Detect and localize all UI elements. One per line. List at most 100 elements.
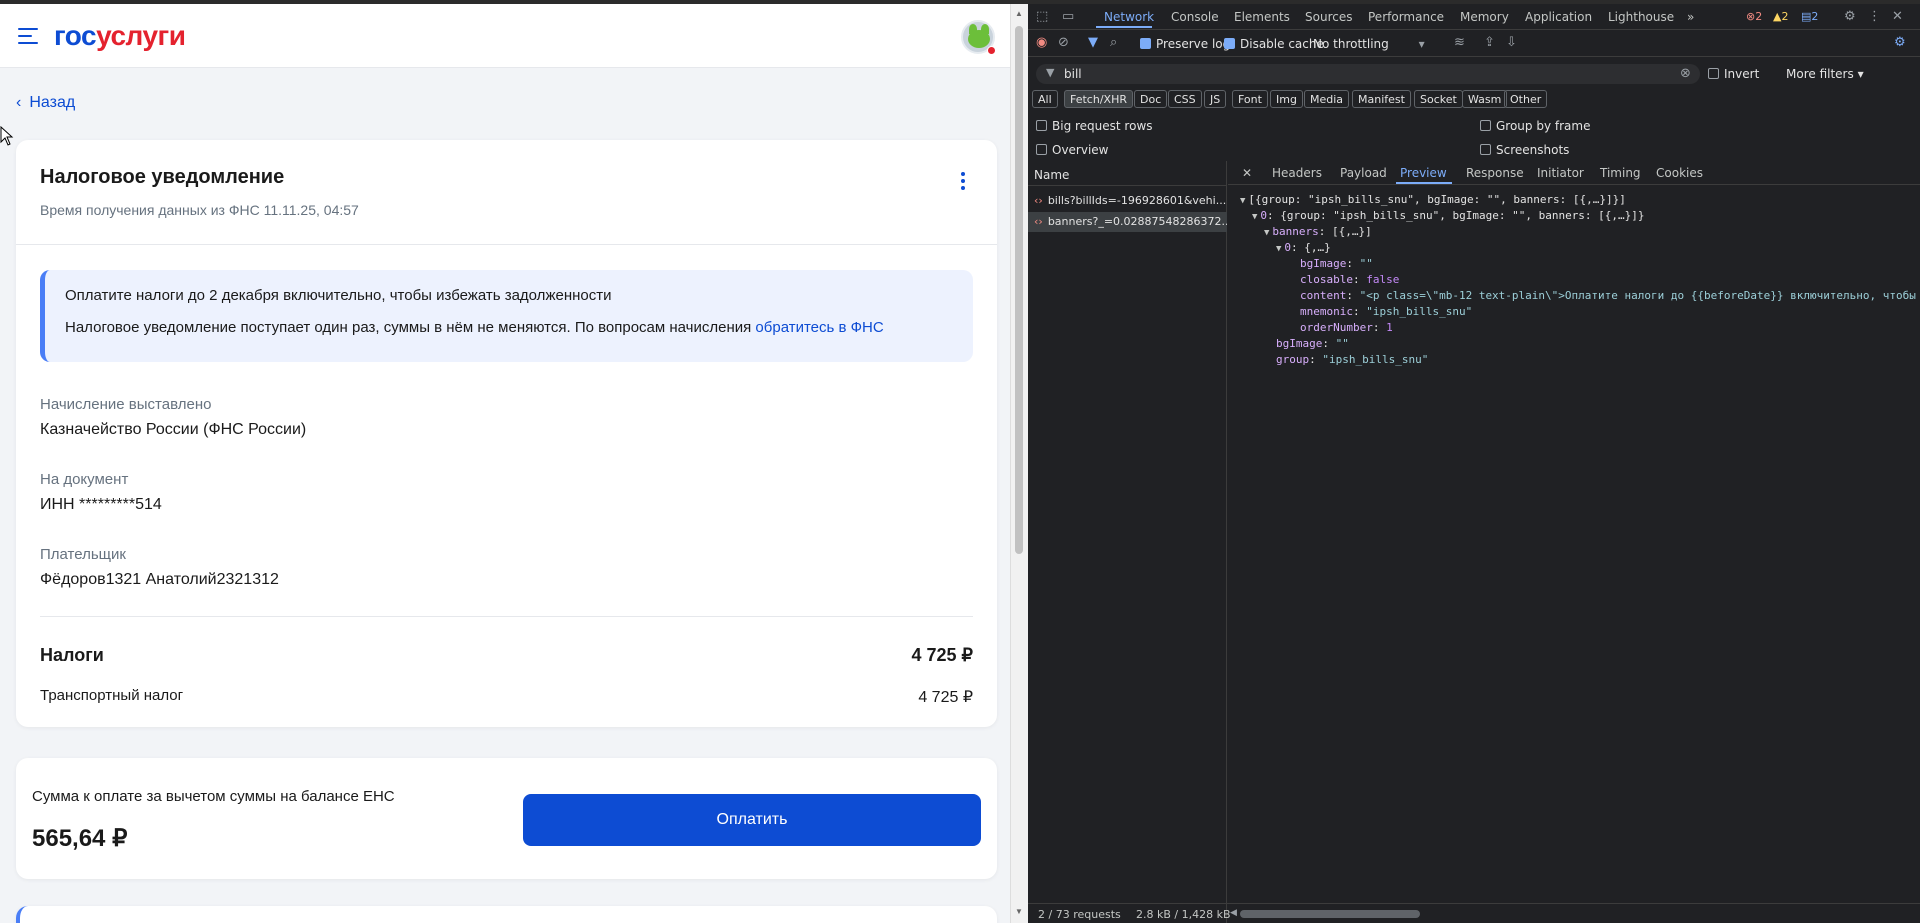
close-detail-icon[interactable]: ✕ — [1242, 166, 1252, 180]
data-received-time: Время получения данных из ФНС 11.11.25, … — [40, 202, 359, 218]
tab-payload[interactable]: Payload — [1340, 166, 1387, 180]
active-tab-indicator — [1096, 26, 1152, 28]
disable-cache-label: Disable cache — [1240, 37, 1324, 51]
json-prop-closable[interactable]: closable: false — [1300, 273, 1399, 286]
request-row-bills[interactable]: ‹› bills?billIds=-196928601&vehi... — [1028, 191, 1227, 211]
devtools-panel: ⬚ ▭ Network Console Elements Sources Per… — [1028, 4, 1920, 923]
preserve-log-checkbox[interactable]: Preserve log — [1140, 37, 1230, 51]
tab-network[interactable]: Network — [1104, 10, 1154, 24]
invert-checkbox[interactable]: Invert — [1708, 67, 1759, 81]
kebab-menu-icon[interactable]: ⋮ — [1868, 9, 1881, 24]
json-prop-bgimage[interactable]: bgImage: "" — [1300, 257, 1373, 270]
screenshots-checkbox[interactable]: Screenshots — [1480, 143, 1569, 157]
messages-badge[interactable]: ▤2 — [1801, 10, 1818, 23]
json-banners[interactable]: ▼ banners: [{,…}] — [1264, 225, 1372, 238]
filter-chip-img[interactable]: Img — [1270, 90, 1303, 108]
filter-chip-doc[interactable]: Doc — [1134, 90, 1168, 108]
page-scrollbar[interactable]: ▲ ▼ — [1010, 4, 1028, 923]
json-prop-ordernumber[interactable]: orderNumber: 1 — [1300, 321, 1393, 334]
expand-triangle-icon: ▼ — [1276, 244, 1282, 254]
tab-elements[interactable]: Elements — [1234, 10, 1290, 24]
json-prop-bgimage-outer[interactable]: bgImage: "" — [1276, 337, 1349, 350]
json-value: "" — [1335, 337, 1349, 350]
gosuslugi-logo[interactable]: госуслуги — [54, 20, 186, 52]
json-key: 0 — [1284, 241, 1292, 254]
export-har-icon[interactable]: ⇩ — [1506, 35, 1517, 50]
scrollbar-thumb[interactable] — [1015, 26, 1023, 554]
pay-button[interactable]: Оплатить — [523, 794, 981, 846]
filter-chip-js[interactable]: JS — [1204, 90, 1227, 108]
tab-preview[interactable]: Preview — [1400, 166, 1447, 180]
group-by-frame-checkbox[interactable]: Group by frame — [1480, 119, 1590, 133]
contact-fns-link[interactable]: обратитесь в ФНС — [755, 319, 883, 336]
clear-icon[interactable]: ⊘ — [1058, 35, 1069, 50]
payment-card: Сумма к оплате за вычетом суммы на балан… — [16, 758, 997, 879]
json-prop-group[interactable]: group: "ipsh_bills_snu" — [1276, 353, 1428, 366]
filter-chip-media[interactable]: Media — [1304, 90, 1350, 108]
errors-badge[interactable]: ⊗2 — [1746, 10, 1762, 23]
preview-horizontal-scrollbar[interactable] — [1240, 910, 1420, 918]
overview-checkbox[interactable]: Overview — [1036, 143, 1109, 157]
scroll-left-icon[interactable]: ◀ — [1230, 908, 1237, 918]
inspect-icon[interactable]: ⬚ — [1036, 9, 1048, 24]
json-prop-mnemonic[interactable]: mnemonic: "ipsh_bills_snu" — [1300, 305, 1472, 318]
disable-cache-checkbox[interactable]: Disable cache — [1224, 37, 1324, 51]
request-row-banners[interactable]: ‹› banners?_=0.02887548286372... — [1028, 212, 1227, 232]
filter-chip-css[interactable]: CSS — [1168, 90, 1202, 108]
warnings-count: 2 — [1781, 10, 1789, 23]
network-settings-icon[interactable]: ⚙ — [1894, 35, 1906, 50]
scroll-up-icon[interactable]: ▲ — [1015, 9, 1023, 18]
group-by-frame-label: Group by frame — [1496, 119, 1591, 133]
tab-initiator[interactable]: Initiator — [1537, 166, 1584, 180]
tab-timing[interactable]: Timing — [1600, 166, 1641, 180]
tab-console[interactable]: Console — [1171, 10, 1219, 24]
avatar[interactable] — [961, 20, 996, 55]
import-har-icon[interactable]: ⇪ — [1484, 35, 1495, 50]
throttling-select[interactable]: No throttling ▾ — [1313, 37, 1425, 51]
tab-cookies[interactable]: Cookies — [1656, 166, 1703, 180]
network-conditions-icon[interactable]: ≋ — [1454, 35, 1465, 50]
clear-filter-icon[interactable]: ⊗ — [1680, 66, 1691, 81]
filter-chip-manifest[interactable]: Manifest — [1352, 90, 1411, 108]
json-root[interactable]: ▼ [{group: "ipsh_bills_snu", bgImage: "",… — [1240, 193, 1626, 206]
expand-triangle-icon: ▼ — [1252, 212, 1258, 222]
filter-chip-wasm[interactable]: Wasm — [1462, 90, 1508, 108]
json-banner-0[interactable]: ▼ 0: {,…} — [1276, 241, 1331, 254]
expand-triangle-icon: ▼ — [1264, 228, 1270, 238]
menu-icon[interactable] — [18, 28, 38, 44]
tab-memory[interactable]: Memory — [1460, 10, 1509, 24]
back-link[interactable]: ‹ Назад — [16, 94, 75, 112]
filter-chip-all[interactable]: All — [1032, 90, 1058, 108]
filter-chip-font[interactable]: Font — [1232, 90, 1268, 108]
filter-chip-other[interactable]: Other — [1504, 90, 1548, 108]
errors-count: 2 — [1755, 10, 1763, 23]
more-tabs-icon[interactable]: » — [1687, 10, 1694, 24]
json-value: "" — [1359, 257, 1373, 270]
filter-icon[interactable]: ▼ — [1088, 35, 1098, 50]
filter-input[interactable]: ▼ bill ⊗ — [1036, 64, 1700, 84]
tab-performance[interactable]: Performance — [1368, 10, 1444, 24]
more-filters-dropdown[interactable]: More filters ▾ — [1786, 67, 1864, 81]
tab-response[interactable]: Response — [1466, 166, 1524, 180]
filter-chip-socket[interactable]: Socket — [1414, 90, 1463, 108]
tab-sources[interactable]: Sources — [1305, 10, 1352, 24]
throttling-value: No throttling — [1313, 37, 1389, 51]
tab-lighthouse[interactable]: Lighthouse — [1608, 10, 1674, 24]
page-title: Налоговое уведомление — [40, 166, 285, 188]
tab-application[interactable]: Application — [1525, 10, 1592, 24]
close-devtools-icon[interactable]: ✕ — [1892, 9, 1903, 24]
scroll-down-icon[interactable]: ▼ — [1015, 907, 1023, 916]
json-item-0[interactable]: ▼ 0: {group: "ipsh_bills_snu", bgImage: "… — [1252, 209, 1645, 222]
more-options-icon[interactable] — [958, 172, 968, 194]
search-icon[interactable]: ⌕ — [1110, 35, 1117, 50]
record-stop-icon[interactable]: ◉ — [1036, 35, 1047, 50]
tab-headers[interactable]: Headers — [1272, 166, 1322, 180]
filter-chip-fetch-xhr[interactable]: Fetch/XHR — [1064, 90, 1133, 108]
json-prop-content[interactable]: content: "<p class=\"mb-12 text-plain\">… — [1300, 289, 1916, 302]
device-toggle-icon[interactable]: ▭ — [1062, 9, 1074, 24]
warnings-badge[interactable]: ▲2 — [1773, 10, 1788, 23]
big-rows-checkbox[interactable]: Big request rows — [1036, 119, 1153, 133]
name-column-header[interactable]: Name — [1034, 168, 1069, 182]
settings-gear-icon[interactable]: ⚙ — [1844, 9, 1856, 24]
transfer-size: 2.8 kB / 1,428 kB — [1136, 908, 1231, 921]
